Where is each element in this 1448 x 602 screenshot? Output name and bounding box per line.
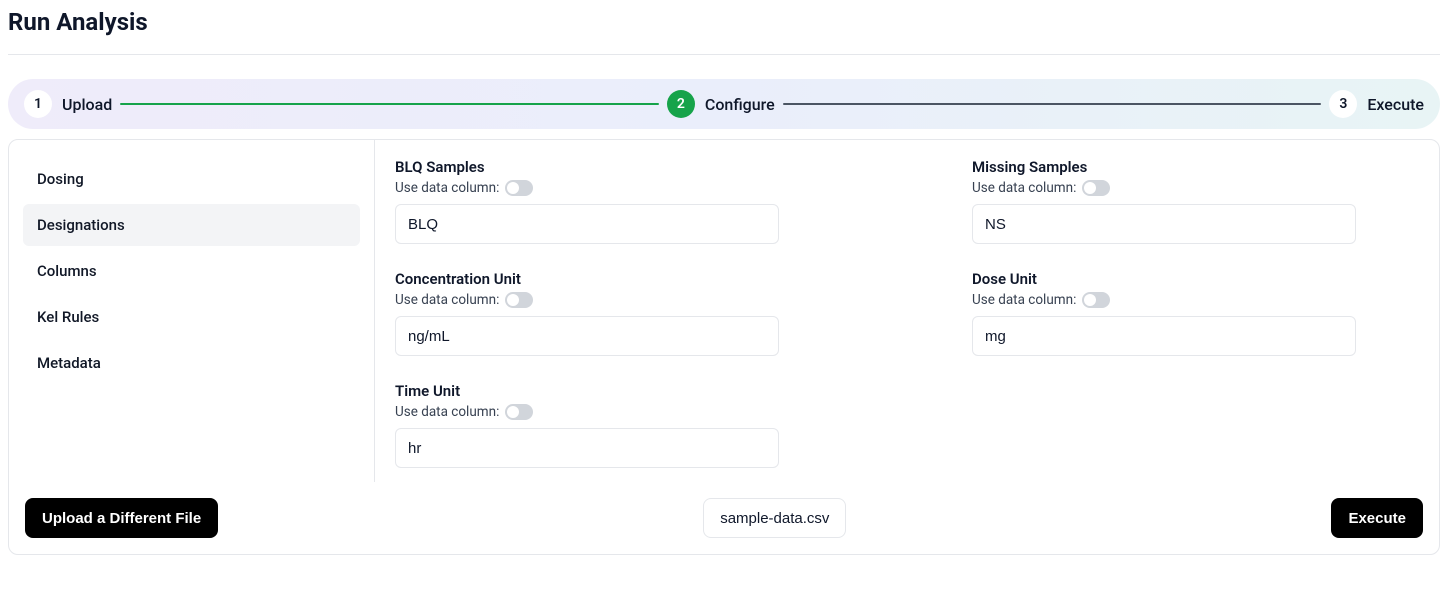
sidebar-item-designations[interactable]: Designations [23,204,360,246]
field-missing: Missing Samples Use data column: [972,158,1419,244]
field-label-blq: BLQ Samples [395,158,842,176]
sidebar-item-label: Dosing [37,170,84,188]
sidebar-item-label: Columns [37,262,97,280]
field-conc: Concentration Unit Use data column: [395,270,842,356]
sidebar-item-label: Kel Rules [37,308,99,326]
field-blq: BLQ Samples Use data column: [395,158,842,244]
sidebar-item-label: Metadata [37,354,101,372]
toggle-missing[interactable] [1082,180,1110,196]
config-card: Dosing Designations Columns Kel Rules Me… [8,139,1440,555]
toggle-dose[interactable] [1082,292,1110,308]
sidebar-item-kel-rules[interactable]: Kel Rules [23,296,360,338]
field-toggle-row-blq: Use data column: [395,180,842,196]
config-sidebar: Dosing Designations Columns Kel Rules Me… [9,140,375,482]
step-connector-2 [783,103,1322,105]
input-blq[interactable] [395,204,779,244]
toggle-label: Use data column: [395,404,499,420]
toggle-label: Use data column: [972,292,1076,308]
input-time[interactable] [395,428,779,468]
field-toggle-row-conc: Use data column: [395,292,842,308]
toggle-label: Use data column: [395,180,499,196]
field-toggle-row-dose: Use data column: [972,292,1419,308]
sidebar-item-columns[interactable]: Columns [23,250,360,292]
field-toggle-row-time: Use data column: [395,404,842,420]
toggle-time[interactable] [505,404,533,420]
field-dose: Dose Unit Use data column: [972,270,1419,356]
input-dose[interactable] [972,316,1356,356]
divider [8,54,1440,55]
stepper: 1 Upload 2 Configure 3 Execute [8,79,1440,129]
toggle-blq[interactable] [505,180,533,196]
step-label-upload: Upload [62,95,112,114]
field-time: Time Unit Use data column: [395,382,842,468]
sidebar-item-label: Designations [37,216,125,234]
step-circle-2: 2 [667,90,695,118]
input-conc[interactable] [395,316,779,356]
execute-button[interactable]: Execute [1331,498,1423,538]
step-circle-3: 3 [1329,90,1357,118]
field-label-missing: Missing Samples [972,158,1419,176]
step-label-execute: Execute [1367,95,1424,114]
sidebar-item-dosing[interactable]: Dosing [23,158,360,200]
step-circle-1: 1 [24,90,52,118]
toggle-label: Use data column: [972,180,1076,196]
field-toggle-row-missing: Use data column: [972,180,1419,196]
step-connector-1 [120,103,659,105]
field-label-time: Time Unit [395,382,842,400]
designations-form: BLQ Samples Use data column: Missing Sam… [375,140,1439,482]
page-title: Run Analysis [8,0,1440,54]
toggle-label: Use data column: [395,292,499,308]
toggle-conc[interactable] [505,292,533,308]
field-label-conc: Concentration Unit [395,270,842,288]
filename-chip[interactable]: sample-data.csv [703,498,846,538]
field-label-dose: Dose Unit [972,270,1419,288]
step-execute[interactable]: 3 Execute [1329,90,1424,118]
step-upload[interactable]: 1 Upload [24,90,112,118]
sidebar-item-metadata[interactable]: Metadata [23,342,360,384]
step-configure[interactable]: 2 Configure [667,90,775,118]
upload-different-file-button[interactable]: Upload a Different File [25,498,218,538]
card-footer: Upload a Different File sample-data.csv … [9,482,1439,554]
input-missing[interactable] [972,204,1356,244]
step-label-configure: Configure [705,95,775,114]
